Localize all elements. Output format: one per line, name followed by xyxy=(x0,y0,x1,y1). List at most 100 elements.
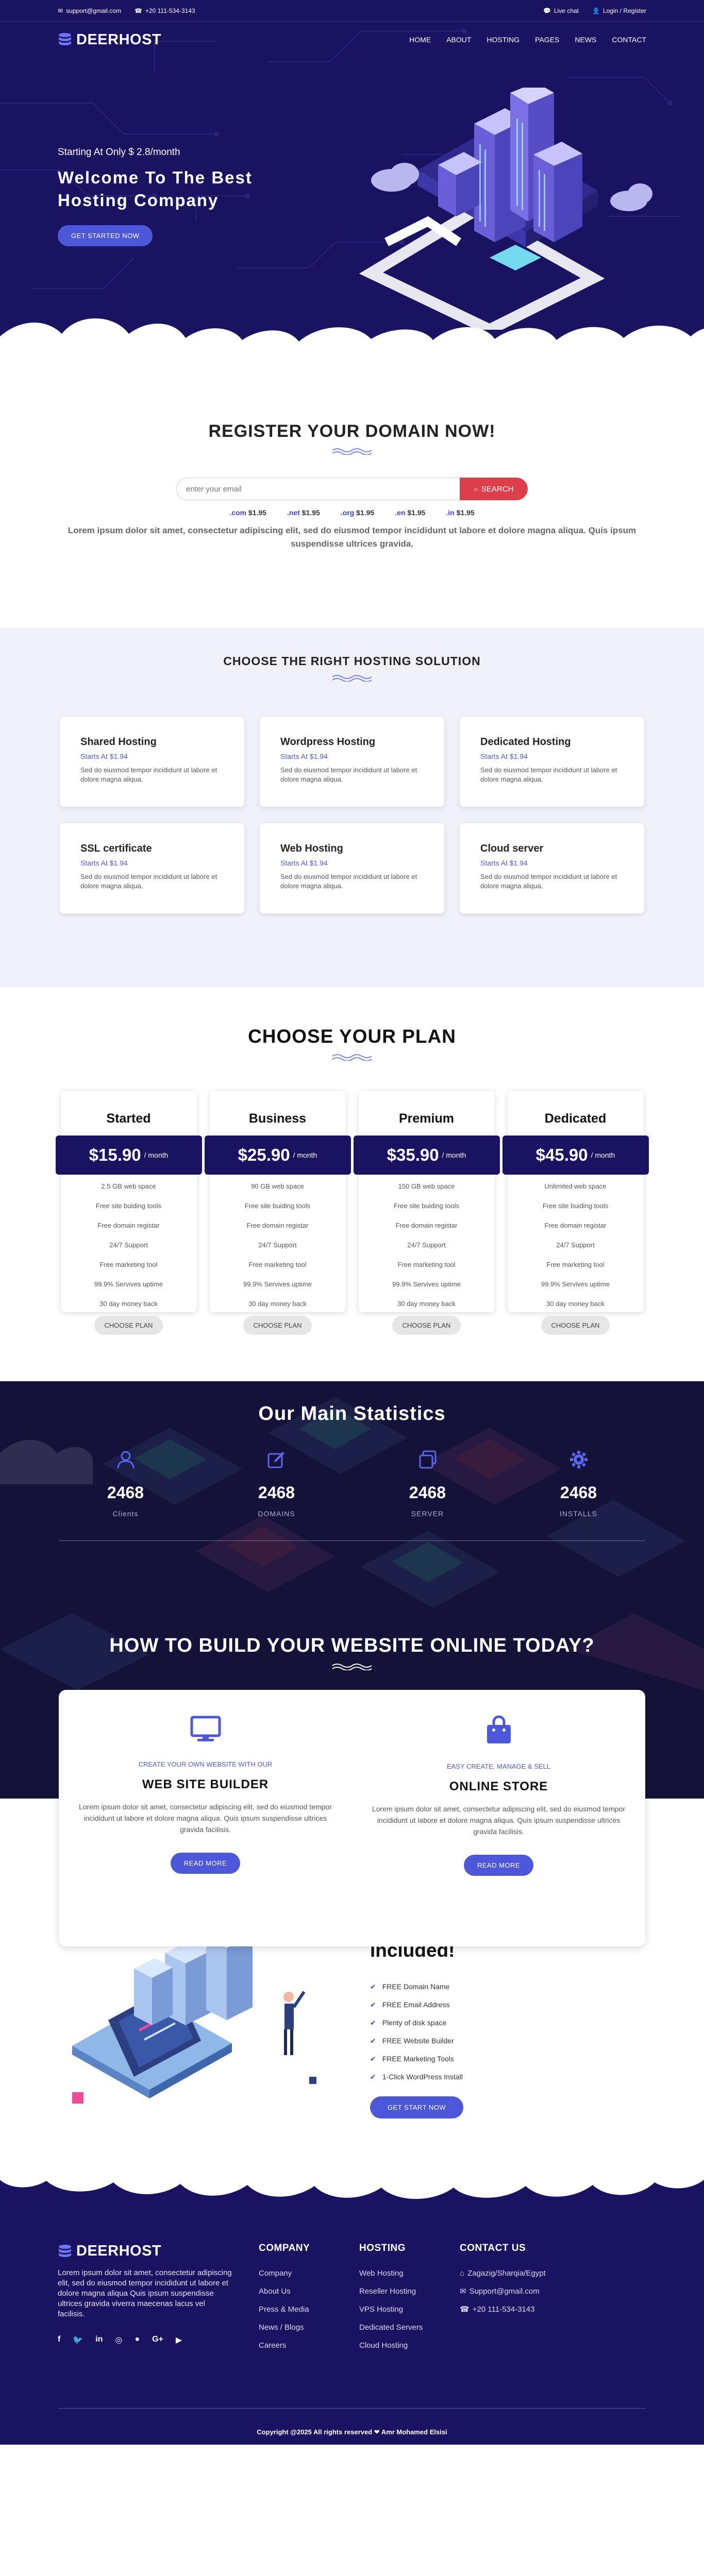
plan-price: $25.90/ month xyxy=(204,1136,351,1175)
get-start-now-button[interactable]: GET START NOW xyxy=(370,2096,464,2119)
footer-link[interactable]: Company xyxy=(259,2264,359,2282)
plan-price: $35.90/ month xyxy=(353,1136,500,1175)
nav-contact[interactable]: CONTACT xyxy=(612,36,646,44)
hero-server-illustration xyxy=(359,88,652,330)
discount-feature-list: ✔ FREE Domain Name ✔ FREE Email Address ✔ P… xyxy=(370,1978,638,2086)
map-icon: ⌂ xyxy=(460,2269,465,2278)
footer-about-text: Lorem ipsum dolor sit amet, consectetur … xyxy=(58,2268,232,2318)
solution-card[interactable]: Shared Hosting Starts At $1.94 Sed do eius… xyxy=(60,717,244,807)
plans-title: CHOOSE YOUR PLAN xyxy=(248,1026,456,1047)
list-item: ✔ FREE Website Builder xyxy=(370,2032,638,2050)
footer-link[interactable]: Dedicated Servers xyxy=(359,2318,460,2336)
plan-name: Business xyxy=(248,1111,307,1126)
choose-plan-button[interactable]: CHOOSE PLAN xyxy=(243,1316,312,1335)
footer-link[interactable]: Reseller Hosting xyxy=(359,2282,460,2300)
register-title: REGISTER YOUR DOMAIN NOW! xyxy=(208,421,496,441)
solution-card[interactable]: Dedicated Hosting Starts At $1.94 Sed do e… xyxy=(460,717,644,807)
check-icon: ✔ xyxy=(370,2019,376,2027)
nav-pages[interactable]: PAGES xyxy=(535,36,559,44)
wave-divider-icon xyxy=(332,448,372,455)
nav-home[interactable]: HOME xyxy=(409,36,431,44)
plan-card-premium: Premium $35.90/ month 150 GB web space Fr… xyxy=(353,1091,500,1335)
plan-name: Premium xyxy=(399,1111,454,1126)
list-item: ✔ FREE Email Address xyxy=(370,1996,638,2014)
twitter-icon[interactable]: 🐦 xyxy=(73,2335,83,2345)
site-logo[interactable]: DEERHOST xyxy=(58,31,161,48)
hero-text: Starting At Only $ 2.8/month Welcome To … xyxy=(58,147,284,246)
footer-company: COMPANY Company About Us Press & Media N… xyxy=(259,2243,359,2354)
solutions-title: CHOOSE THE RIGHT HOSTING SOLUTION xyxy=(223,654,481,668)
plan-card-started: Started $15.90/ month 2.5 GB web space Fr… xyxy=(55,1091,202,1335)
nav-about[interactable]: ABOUT xyxy=(446,36,471,44)
linkedin-icon[interactable]: in xyxy=(95,2335,103,2345)
list-item: ✔ FREE Domain Name xyxy=(370,1978,638,1996)
stat-item: 2468 SERVER xyxy=(352,1450,503,1518)
plan-price: $15.90/ month xyxy=(55,1136,202,1175)
register-description: Lorem ipsum dolor sit amet, consectetur … xyxy=(68,526,636,549)
footer-logo[interactable]: DEERHOST xyxy=(58,2243,259,2260)
google-plus-icon[interactable]: G+ xyxy=(152,2335,163,2345)
hosting-solutions-section: CHOOSE THE RIGHT HOSTING SOLUTION Shared… xyxy=(0,628,704,987)
copy-icon xyxy=(419,1450,436,1469)
stats-title: Our Main Statistics xyxy=(258,1403,446,1425)
plan-features: 90 GB web space Free site buiding tools Fr… xyxy=(243,1182,312,1308)
stat-item: 2468 INSTALLS xyxy=(503,1450,654,1518)
user-icon xyxy=(117,1451,134,1469)
statistics-section: Our Main Statistics 2468 Clients 2468 DO… xyxy=(0,1381,704,1946)
footer-link[interactable]: News / Blogs xyxy=(259,2318,359,2336)
choose-plan-button[interactable]: CHOOSE PLAN xyxy=(392,1316,461,1335)
footer-link[interactable]: Press & Media xyxy=(259,2300,359,2318)
login-link[interactable]: 👤 Login / Register xyxy=(592,7,646,14)
social-links: f 🐦 in ◎ ● G+ ▶ xyxy=(58,2335,259,2345)
top-email[interactable]: ✉ support@gmail.com xyxy=(58,7,121,14)
footer-contact: CONTACT US ⌂ Zagazig/Sharqia/Egypt ✉ Suppo… xyxy=(460,2243,594,2354)
tld-item: .com $1.95 xyxy=(229,509,266,517)
get-started-button[interactable]: GET STARTED NOW xyxy=(58,225,153,246)
list-item: ✔ Plenty of disk space xyxy=(370,2014,638,2032)
check-icon: ✔ xyxy=(370,2073,376,2081)
solution-card[interactable]: Cloud server Starts At $1.94 Sed do eiusmo… xyxy=(460,823,644,913)
footer-divider xyxy=(58,2408,646,2409)
desktop-icon xyxy=(190,1716,221,1741)
solution-card[interactable]: SSL certificate Starts At $1.94 Sed do eiu… xyxy=(60,823,244,913)
mail-icon: ✉ xyxy=(58,7,63,14)
youtube-icon[interactable]: ▶ xyxy=(176,2335,182,2345)
footer-email[interactable]: ✉ Support@gmail.com xyxy=(460,2282,594,2300)
footer-link[interactable]: Careers xyxy=(259,2336,359,2354)
read-more-button[interactable]: READ MORE xyxy=(463,1855,534,1876)
nav-news[interactable]: NEWS xyxy=(575,36,596,44)
tld-item: .en $1.95 xyxy=(395,509,426,517)
footer: DEERHOST Lorem ipsum dolor sit amet, con… xyxy=(0,2159,704,2445)
footer-link[interactable]: VPS Hosting xyxy=(359,2300,460,2318)
solution-card[interactable]: Web Hosting Starts At $1.94 Sed do eiusmod… xyxy=(260,823,444,913)
instagram-icon[interactable]: ◎ xyxy=(115,2335,122,2345)
solution-card[interactable]: Wordpress Hosting Starts At $1.94 Sed do e… xyxy=(260,717,444,807)
footer-link[interactable]: Web Hosting xyxy=(359,2264,460,2282)
plan-card-dedicated: Dedicated $45.90/ month Unlimited web sp… xyxy=(502,1091,649,1335)
facebook-icon[interactable]: f xyxy=(58,2335,60,2345)
hero-title: Welcome To The Best Hosting Company xyxy=(58,168,253,210)
footer-link[interactable]: About Us xyxy=(259,2282,359,2300)
domain-search-form: ⌕SEARCH xyxy=(0,478,704,500)
shopping-bag-icon xyxy=(487,1715,511,1743)
footer-phone[interactable]: ☎ +20 111-534-3143 xyxy=(460,2300,594,2318)
live-chat-link[interactable]: 💬 Live chat xyxy=(543,7,579,14)
main-nav: DEERHOST HOME ABOUT HOSTING PAGES NEWS C… xyxy=(0,22,704,58)
read-more-button[interactable]: READ MORE xyxy=(170,1853,241,1874)
website-builder-column: CREATE YOUR OWN WEBSITE WITH OUR WEB SIT… xyxy=(72,1716,340,1946)
plan-name: Started xyxy=(106,1111,151,1126)
nav-menu: HOME ABOUT HOSTING PAGES NEWS CONTACT xyxy=(409,36,646,44)
plan-card-business: Business $25.90/ month 90 GB web space Fr… xyxy=(204,1091,351,1335)
domain-search-button[interactable]: ⌕ SEARCH xyxy=(460,478,528,500)
top-phone[interactable]: ☎ +20 111-534-3143 xyxy=(135,7,195,14)
wave-divider-icon xyxy=(332,1054,372,1061)
domain-search-input[interactable] xyxy=(176,478,460,500)
github-icon[interactable]: ● xyxy=(135,2335,140,2345)
choose-plan-button[interactable]: CHOOSE PLAN xyxy=(541,1316,610,1335)
footer-link[interactable]: Cloud Hosting xyxy=(359,2336,460,2354)
nav-hosting[interactable]: HOSTING xyxy=(487,36,519,44)
register-domain-section: REGISTER YOUR DOMAIN NOW! ⌕SEARCH .com $… xyxy=(0,354,704,628)
stats-row: 2468 Clients 2468 DOMAINS 2468 SERVER 24… xyxy=(0,1450,704,1518)
cog-icon xyxy=(569,1451,588,1468)
choose-plan-button[interactable]: CHOOSE PLAN xyxy=(94,1316,163,1335)
